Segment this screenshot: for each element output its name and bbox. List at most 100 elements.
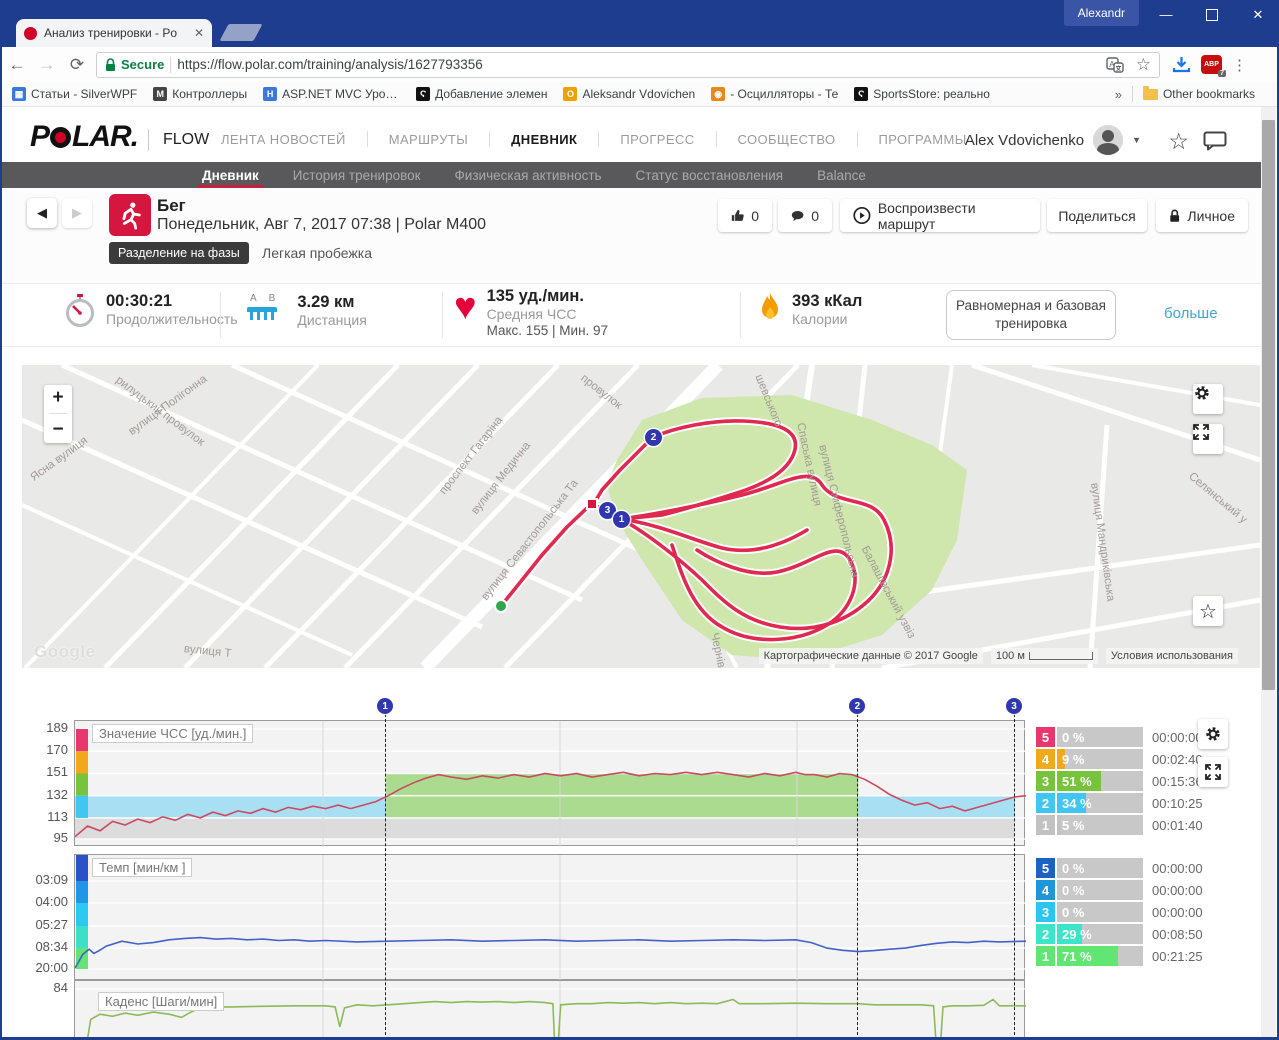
bookmark-item[interactable]: ◉ - Осцилляторы - Те <box>711 87 838 101</box>
zone-number: 3 <box>1036 771 1055 791</box>
polar-logo[interactable]: P LAR. <box>30 120 139 154</box>
heart-icon: ♥ <box>454 286 477 328</box>
bookmarks-overflow-chevron[interactable]: » <box>1115 87 1122 102</box>
zoom-out-button[interactable]: − <box>52 419 63 441</box>
zone-percent: 0 % <box>1062 882 1085 898</box>
favorites-star-icon[interactable]: ☆ <box>1168 128 1189 155</box>
nav-item[interactable]: ЛЕНТА НОВОСТЕЙ <box>200 132 367 147</box>
folder-icon <box>1142 85 1158 100</box>
chart-settings-button[interactable] <box>1198 719 1228 749</box>
bookmark-star-icon[interactable]: ☆ <box>1136 55 1151 75</box>
google-logo: Google <box>34 642 96 661</box>
subnav-item[interactable]: Статус восстановления <box>636 162 784 188</box>
zone-bar: 34 % <box>1057 793 1143 813</box>
map-zoom-control[interactable]: + − <box>44 385 72 443</box>
subnav-item[interactable]: Физическая активность <box>455 162 602 188</box>
avatar[interactable] <box>1093 125 1124 155</box>
bookmark-item[interactable]: O Aleksandr Vdovichen <box>563 87 695 101</box>
feedback-chat-icon[interactable] <box>1203 131 1227 151</box>
axis-tick-label: 95 <box>53 830 68 845</box>
nav-item[interactable]: СООБЩЕСТВО <box>717 132 857 147</box>
url-text[interactable]: https://flow.polar.com/training/analysis… <box>177 57 1093 72</box>
forward-icon[interactable]: → <box>32 55 62 75</box>
new-tab-button[interactable] <box>219 24 263 41</box>
address-bar[interactable]: Secure https://flow.polar.com/training/a… <box>96 51 1160 78</box>
chrome-menu-icon[interactable]: ⋮ <box>1232 56 1247 74</box>
adblock-plus-icon[interactable]: ABP 7 <box>1201 55 1226 77</box>
nav-item[interactable]: МАРШРУТЫ <box>368 132 489 147</box>
private-button[interactable]: Личное <box>1156 199 1248 232</box>
window-maximize-button[interactable] <box>1189 0 1235 29</box>
zone-bar: 0 % <box>1057 858 1143 878</box>
map-lap-marker[interactable]: 1 <box>613 511 630 528</box>
zoom-in-button[interactable]: + <box>52 387 63 409</box>
zone-row: 2 34 % <box>1036 793 1143 813</box>
zone-bar: 71 % <box>1057 946 1143 966</box>
phase-marker[interactable]: 1 <box>377 698 394 714</box>
o-icon: O <box>563 87 578 101</box>
translate-icon[interactable]: A <box>1106 56 1124 73</box>
other-bookmarks-button[interactable]: Other bookmarks <box>1142 85 1255 101</box>
route-map[interactable]: рилуцький провулок вулиця Полігонна Ясна в… <box>22 365 1260 668</box>
zone-number: 5 <box>1036 727 1055 747</box>
zone-bar: 5 % <box>1057 815 1143 835</box>
subnav-item[interactable]: Balance <box>817 162 866 188</box>
scrollbar-thumb[interactable] <box>1262 120 1275 690</box>
axis-tick-label: 113 <box>47 808 68 824</box>
zone-number: 4 <box>1036 880 1055 900</box>
map-terms-link[interactable]: Условия использования <box>1105 648 1238 664</box>
back-icon[interactable]: ← <box>2 55 32 75</box>
reload-icon[interactable]: ⟳ <box>62 55 92 75</box>
ab-labels: АВ <box>250 293 288 304</box>
bookmark-item[interactable]: H ASP.NET MVC Урок Е <box>263 87 400 101</box>
phase-marker-line <box>1014 714 1016 1037</box>
zone-bar: 0 % <box>1057 902 1143 922</box>
bookmark-item[interactable]: Ϛ Добавление элемен <box>416 87 547 101</box>
window-minimize-button[interactable]: — <box>1143 0 1189 29</box>
secure-badge[interactable]: Secure <box>105 57 164 72</box>
bookmark-item[interactable]: ▦ Статьи - SilverWPF <box>12 87 137 101</box>
zone-row: 5 0 % <box>1036 858 1143 878</box>
map-settings-button[interactable] <box>1193 384 1223 414</box>
diary-subnav: Дневник История тренировок Физическая акти… <box>2 162 1261 188</box>
browser-tab[interactable]: Анализ тренировки - Po ✕ <box>16 19 212 47</box>
zone-bar: 0 % <box>1057 727 1143 747</box>
browser-toolbar: ← → ⟳ Secure https://flow.polar.com/trai… <box>2 47 1277 82</box>
chrome-profile-chip[interactable]: Alexandr <box>1063 0 1139 26</box>
map-fullscreen-button[interactable] <box>1193 424 1223 454</box>
nav-item[interactable]: ДНЕВНИК <box>490 132 598 170</box>
more-link[interactable]: больше <box>1164 305 1218 322</box>
nav-item[interactable]: ПРОГРЕСС <box>599 132 715 147</box>
subnav-item[interactable]: Дневник <box>198 162 263 188</box>
subnav-item[interactable]: История тренировок <box>293 162 421 188</box>
chart-fullscreen-button[interactable] <box>1198 757 1228 787</box>
training-benefit-button[interactable]: Равномерная и базовая тренировка <box>946 290 1116 340</box>
chart-plot-area[interactable] <box>74 854 1026 981</box>
like-button[interactable]: 0 <box>718 199 772 232</box>
bookmark-item[interactable]: M Контроллеры <box>153 87 247 101</box>
phase-split-badge[interactable]: Разделение на фазы <box>109 242 249 264</box>
tab-close-icon[interactable]: ✕ <box>194 26 204 40</box>
user-menu[interactable]: Alex Vdovichenko ▼ <box>965 125 1141 155</box>
circle-icon: ◉ <box>711 87 726 101</box>
window-close-button[interactable]: ✕ <box>1235 0 1277 29</box>
previous-session-button[interactable]: ◀ <box>27 198 57 228</box>
zone-percent: 34 % <box>1062 795 1092 811</box>
map-favorite-button[interactable]: ☆ <box>1193 596 1223 626</box>
next-session-button[interactable]: ▶ <box>62 198 92 228</box>
bookmark-item[interactable]: Ϛ SportsStore: реально <box>854 87 990 101</box>
download-icon[interactable] <box>1172 56 1191 73</box>
comment-button[interactable]: 0 <box>778 199 832 232</box>
map-lap-marker[interactable]: 2 <box>645 429 662 446</box>
map-scale: 100 м <box>990 648 1098 664</box>
gear-icon <box>1206 727 1220 741</box>
phase-marker[interactable]: 2 <box>849 698 866 714</box>
phase-marker[interactable]: 3 <box>1006 698 1023 714</box>
polar-logo-o-icon <box>50 126 72 148</box>
zone-percent: 51 % <box>1062 773 1092 789</box>
play-route-button[interactable]: Воспроизвести маршрут <box>840 199 1040 232</box>
zone-time: 00:21:25 <box>1152 949 1203 964</box>
abp-count-badge: 7 <box>1218 70 1226 77</box>
summary-stats: 00:30:21 Продолжительность АВ 3.29 км Дист… <box>2 283 1261 347</box>
share-button[interactable]: Поделиться <box>1047 199 1147 232</box>
